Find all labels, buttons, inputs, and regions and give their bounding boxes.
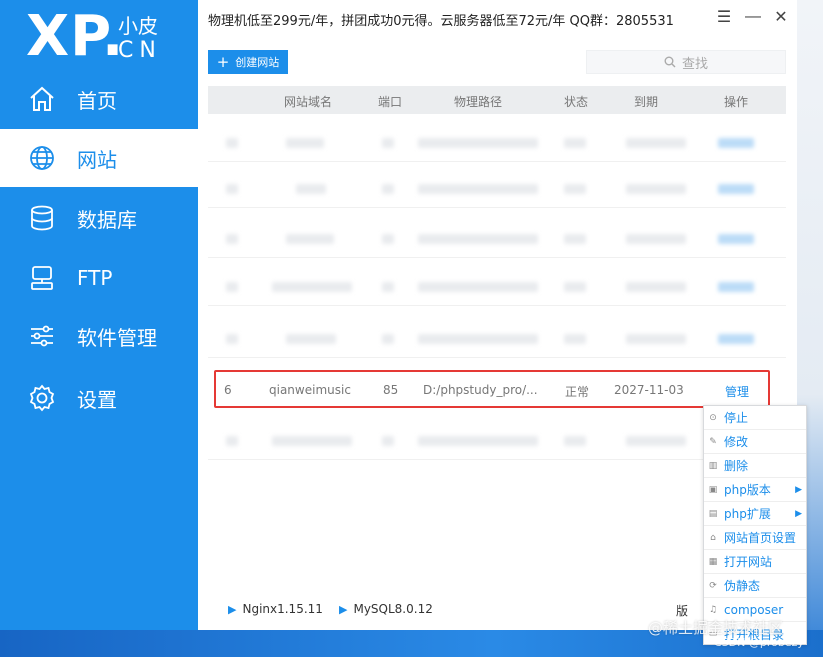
cell-port: 85 <box>383 383 399 397</box>
menu-item-rewrite[interactable]: ⟳ 伪静态 <box>704 574 806 598</box>
menu-item-label: 删除 <box>724 459 749 473</box>
menu-item-label: php版本 <box>724 483 771 497</box>
menu-icon[interactable]: ☰ <box>713 6 735 28</box>
menu-item-stop[interactable]: ⊙ 停止 <box>704 406 806 430</box>
menu-item-label: 修改 <box>724 435 749 449</box>
menu-item-open-site[interactable]: ▦ 打开网站 <box>704 550 806 574</box>
sidebar-item-home[interactable]: 首页 <box>0 70 198 128</box>
create-site-label: 创建网站 <box>235 56 280 69</box>
sliders-icon <box>27 321 57 351</box>
server-icon <box>27 263 57 293</box>
minimize-icon[interactable]: — <box>742 6 764 28</box>
search-icon <box>664 56 676 68</box>
menu-item-label: 网站首页设置 <box>724 531 797 545</box>
table-row[interactable] <box>208 318 786 358</box>
sidebar-item-label: 网站 <box>77 147 117 172</box>
table-row[interactable] <box>208 218 786 258</box>
table-row[interactable] <box>208 266 786 306</box>
play-icon: ▶ <box>228 602 237 616</box>
menu-item-delete[interactable]: ▥ 删除 <box>704 454 806 478</box>
sidebar-item-label: 软件管理 <box>77 325 157 350</box>
sidebar: XP. 小皮 CN 首页 网站 数据库 FTP 软件管理 设置 <box>0 0 198 630</box>
trash-icon: ▥ <box>708 460 718 471</box>
menu-item-label: composer <box>724 602 784 617</box>
home-icon <box>27 84 57 114</box>
stop-icon: ⊙ <box>709 412 717 423</box>
menu-item-label: 停止 <box>724 411 749 425</box>
globe-icon <box>27 143 57 173</box>
manage-link[interactable]: 管理 <box>725 383 749 400</box>
edit-icon: ✎ <box>709 436 717 447</box>
promo-text[interactable]: 物理机低至299元/年，拼团成功0元得。云服务器低至72元/年 QQ群：2805… <box>208 10 674 29</box>
rewrite-icon: ⟳ <box>709 580 717 591</box>
menu-item-edit[interactable]: ✎ 修改 <box>704 430 806 454</box>
sidebar-item-label: 数据库 <box>77 207 137 232</box>
cell-id: 6 <box>224 383 232 397</box>
cell-path: D:/phpstudy_pro/... <box>423 383 538 397</box>
database-icon <box>27 203 57 233</box>
nginx-label: Nginx1.15.11 <box>242 602 323 616</box>
sidebar-item-database[interactable]: 数据库 <box>0 189 198 247</box>
close-icon[interactable]: ✕ <box>770 6 792 28</box>
sidebar-item-label: 首页 <box>77 88 117 113</box>
php-icon: ▣ <box>708 484 718 495</box>
top-banner: 物理机低至299元/年，拼团成功0元得。云服务器低至72元/年 QQ群：2805… <box>198 0 797 36</box>
table-row[interactable] <box>208 168 786 208</box>
sidebar-item-settings[interactable]: 设置 <box>0 369 198 427</box>
cell-expire: 2027-11-03 <box>614 383 684 397</box>
play-icon: ▶ <box>339 602 348 616</box>
menu-item-label: 打开网站 <box>724 555 773 569</box>
column-header-expire[interactable]: 到期 <box>634 93 658 110</box>
table-row[interactable] <box>208 420 786 460</box>
mysql-service[interactable]: ▶ MySQL8.0.12 <box>339 602 433 616</box>
column-header-domain[interactable]: 网站域名 <box>284 93 332 110</box>
table-header: 网站域名 端口 物理路径 状态 到期 操作 <box>208 86 786 114</box>
mysql-label: MySQL8.0.12 <box>353 602 433 616</box>
plus-icon: + <box>216 52 230 71</box>
sites-table: 网站域名 端口 物理路径 状态 到期 操作 <box>208 86 786 114</box>
cell-status: 正常 <box>565 385 590 399</box>
sidebar-item-website[interactable]: 网站 <box>0 129 198 187</box>
search-placeholder: 查找 <box>681 56 708 72</box>
create-site-button[interactable]: + 创建网站 <box>208 50 288 74</box>
sidebar-item-label: FTP <box>77 266 113 290</box>
logo-cn-bottom: CN <box>118 38 162 63</box>
nginx-service[interactable]: ▶ Nginx1.15.11 <box>228 602 323 616</box>
open-icon: ▦ <box>708 556 718 567</box>
home-small-icon: ⌂ <box>710 532 716 543</box>
sidebar-item-software[interactable]: 软件管理 <box>0 307 198 365</box>
menu-item-homepage-settings[interactable]: ⌂ 网站首页设置 <box>704 526 806 550</box>
column-header-path[interactable]: 物理路径 <box>454 93 502 110</box>
menu-item-label: php扩展 <box>724 507 771 521</box>
cell-domain: qianweimusic <box>269 383 351 397</box>
menu-item-php-version[interactable]: ▣ php版本 ▶ <box>704 478 806 502</box>
submenu-arrow-icon: ▶ <box>795 508 802 519</box>
sidebar-item-ftp[interactable]: FTP <box>0 249 198 307</box>
search-input[interactable]: 查找 <box>586 50 786 74</box>
composer-icon: ♫ <box>708 604 718 615</box>
table-row[interactable] <box>208 122 786 162</box>
column-header-status[interactable]: 状态 <box>564 93 588 110</box>
app-window: XP. 小皮 CN 首页 网站 数据库 FTP 软件管理 设置 物理机低至299… <box>0 0 823 657</box>
table-row-selected[interactable]: 6 qianweimusic 85 D:/phpstudy_pro/... 正常… <box>214 370 770 408</box>
extension-icon: ▤ <box>708 508 718 519</box>
column-header-port[interactable]: 端口 <box>378 93 402 110</box>
menu-item-label: 伪静态 <box>724 579 761 593</box>
column-header-action[interactable]: 操作 <box>724 93 748 110</box>
logo: XP. 小皮 CN <box>26 4 186 69</box>
logo-cn-top: 小皮 <box>118 14 158 38</box>
logo-brand: XP. <box>26 4 125 69</box>
watermark-juejin: @稀土掘金技术社区 <box>648 619 784 637</box>
gear-icon <box>27 383 57 413</box>
context-menu: ⊙ 停止 ✎ 修改 ▥ 删除 ▣ php版本 ▶ ▤ php扩展 ▶ ⌂ 网站首… <box>703 405 807 645</box>
sidebar-item-label: 设置 <box>77 387 117 412</box>
submenu-arrow-icon: ▶ <box>795 484 802 495</box>
menu-item-php-extension[interactable]: ▤ php扩展 ▶ <box>704 502 806 526</box>
watermark-csdn: CSDN @probezy <box>714 636 804 649</box>
